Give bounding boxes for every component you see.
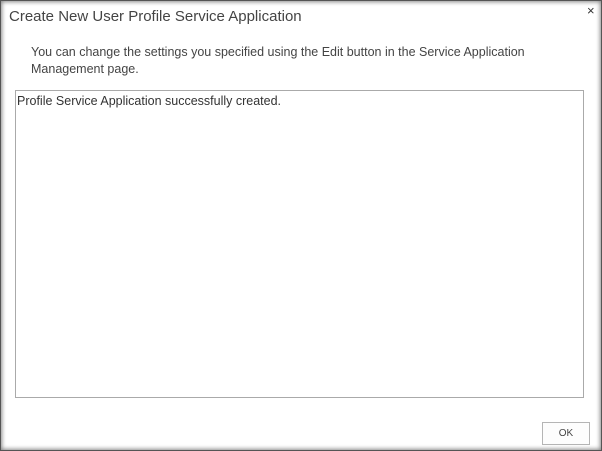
info-message: You can change the settings you specifie…: [31, 45, 525, 76]
dialog-title: Create New User Profile Service Applicat…: [9, 8, 302, 25]
output-text: Profile Service Application successfully…: [17, 94, 282, 108]
output-textbox[interactable]: Profile Service Application successfully…: [15, 90, 584, 398]
close-icon[interactable]: ×: [587, 3, 595, 18]
ok-button[interactable]: OK: [542, 422, 590, 445]
